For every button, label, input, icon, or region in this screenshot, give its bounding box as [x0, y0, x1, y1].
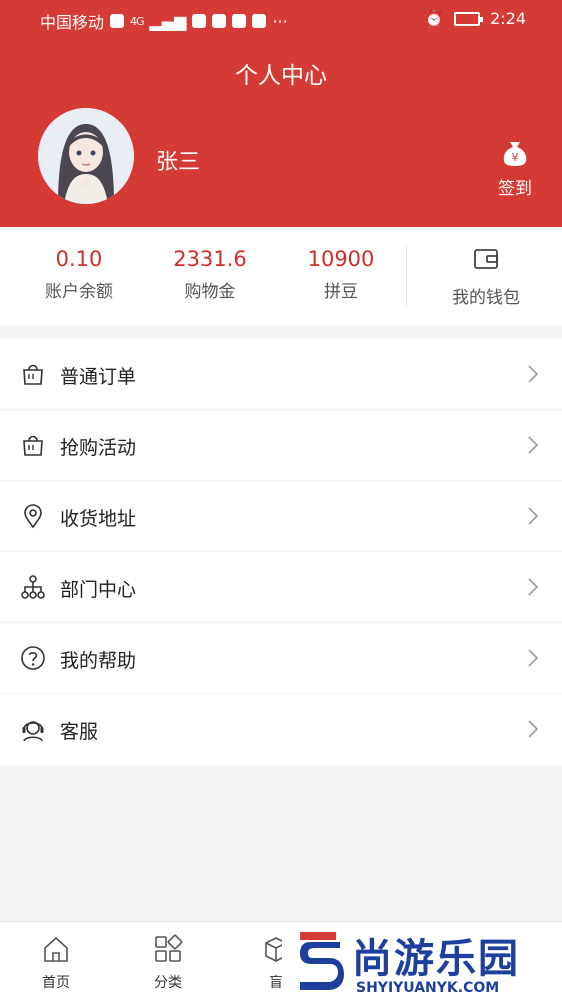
status-left: 中国移动 4G ▂▄▆ ··· — [40, 9, 288, 33]
status-bar: 中国移动 4G ▂▄▆ ··· ⏰ 2:24 — [0, 0, 562, 36]
status-right: ⏰ 2:24 — [424, 9, 526, 28]
menu-item-help[interactable]: 我的帮助 — [0, 623, 562, 694]
stat-pindou[interactable]: 10900 拼豆 — [281, 247, 401, 302]
chevron-right-icon — [528, 365, 539, 383]
chevron-right-icon — [528, 578, 539, 596]
more-icon: ··· — [272, 11, 288, 31]
menu-label: 普通订单 — [60, 366, 137, 388]
menu-label: 客服 — [60, 721, 99, 743]
stat-label: 账户余额 — [45, 282, 113, 302]
home-icon — [44, 936, 68, 962]
app-notification-icon — [212, 14, 227, 28]
app-notification-icon — [192, 14, 207, 28]
watermark-text: 尚游乐园 — [352, 936, 520, 982]
network-label: 4G — [130, 14, 144, 28]
stat-shopping-credit[interactable]: 2331.6 购物金 — [150, 247, 270, 302]
shopping-bag-icon — [23, 364, 43, 385]
svg-text:¥: ¥ — [512, 151, 519, 164]
user-name: 张三 — [156, 150, 201, 175]
menu-item-address[interactable]: 收货地址 — [0, 481, 562, 552]
menu-item-flash-sale[interactable]: 抢购活动 — [0, 410, 562, 481]
status-time: 2:24 — [490, 9, 526, 28]
watermark-logo: 尚游乐园 SHYIYUANYK.COM — [282, 924, 562, 1000]
location-pin-icon — [24, 504, 42, 529]
chevron-right-icon — [528, 720, 539, 738]
stat-label: 拼豆 — [324, 282, 358, 302]
stat-value: 0.10 — [55, 247, 103, 271]
org-chart-icon — [21, 575, 45, 599]
alarm-icon: ⏰ — [424, 9, 445, 28]
tab-label: 分类 — [154, 975, 182, 991]
watermark-url: SHYIYUANYK.COM — [356, 980, 500, 996]
chevron-right-icon — [528, 436, 539, 454]
signal-icon: ▂▄▆ — [149, 11, 187, 31]
tab-label: 首页 — [42, 975, 70, 991]
tab-home[interactable]: 首页 — [26, 934, 86, 992]
stat-balance[interactable]: 0.10 账户余额 — [19, 247, 139, 302]
menu-item-orders[interactable]: 普通订单 — [0, 339, 562, 410]
logo-s-icon — [300, 932, 344, 990]
app-notification-icon — [252, 14, 267, 28]
menu-label: 部门中心 — [60, 579, 137, 601]
signin-label: 签到 — [498, 179, 532, 199]
stat-value: 10900 — [307, 247, 375, 271]
battery-icon — [454, 11, 484, 26]
avatar[interactable] — [38, 108, 134, 204]
account-stats: 0.10 账户余额 2331.6 购物金 10900 拼豆 我的钱包 — [0, 227, 562, 325]
app-notification-icon — [232, 14, 247, 28]
stat-label: 购物金 — [184, 282, 236, 302]
shopping-bag-icon — [23, 435, 43, 456]
tab-category[interactable]: 分类 — [138, 934, 198, 992]
hd-icon — [110, 14, 125, 28]
menu-label: 我的帮助 — [60, 650, 137, 672]
wallet-icon — [474, 249, 498, 269]
wallet-button[interactable]: 我的钱包 — [426, 247, 546, 308]
menu-label: 收货地址 — [60, 508, 137, 530]
profile-header: 中国移动 4G ▂▄▆ ··· ⏰ 2:24 个人中心 张三 ¥ 签到 — [0, 0, 562, 227]
stats-divider — [406, 245, 407, 307]
page-title: 个人中心 — [235, 63, 327, 89]
menu-item-department[interactable]: 部门中心 — [0, 552, 562, 623]
menu-list: 普通订单 抢购活动 收货地址 部门中心 我的帮助 客服 — [0, 339, 562, 765]
wallet-label: 我的钱包 — [452, 288, 520, 308]
avatar-illustration — [38, 108, 134, 204]
carrier-label: 中国移动 — [40, 13, 105, 32]
chevron-right-icon — [528, 507, 539, 525]
stat-value: 2331.6 — [173, 247, 247, 271]
grid-icon — [155, 934, 183, 962]
menu-item-customer-service[interactable]: 客服 — [0, 694, 562, 765]
menu-label: 抢购活动 — [60, 437, 137, 459]
signin-button[interactable]: ¥ 签到 — [492, 138, 538, 199]
chevron-right-icon — [528, 649, 539, 667]
headset-icon — [22, 721, 44, 742]
money-bag-icon: ¥ — [503, 142, 527, 166]
help-icon — [21, 646, 45, 670]
